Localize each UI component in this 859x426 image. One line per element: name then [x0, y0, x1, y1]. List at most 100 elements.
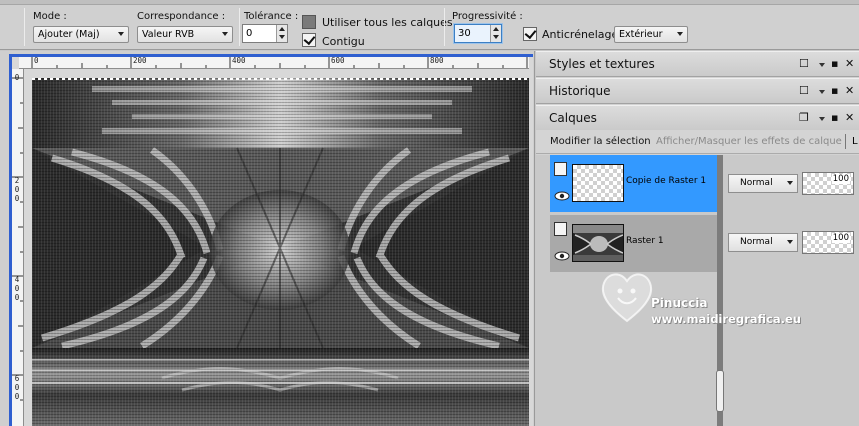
chevron-down-icon: [787, 240, 793, 244]
pin-icon[interactable]: ▪: [831, 58, 838, 70]
raster-thumbnail-image: [573, 225, 623, 261]
chevron-down-icon: [118, 32, 124, 36]
antialias-dropdown[interactable]: Extérieur: [614, 26, 688, 43]
tolerance-label: Tolérance :: [244, 11, 299, 22]
horizontal-ruler: 0 200 400 600 800: [19, 57, 529, 69]
antialias-label: Anticrénelage: [542, 28, 619, 41]
contiguous-checkbox[interactable]: [302, 33, 316, 47]
styles-panel-header[interactable]: Styles et textures ☐ ▪ ✕: [536, 51, 859, 77]
spinner-buttons[interactable]: [276, 25, 287, 42]
chevron-down-icon: [222, 32, 228, 36]
opacity-slider[interactable]: 100: [802, 172, 854, 195]
opacity-value: 100: [831, 174, 850, 184]
image-canvas[interactable]: [32, 78, 529, 426]
use-all-layers-label: Utiliser tous les calques: [322, 16, 453, 29]
mode-value: Ajouter (Maj): [38, 29, 100, 40]
layer-row-raster-1[interactable]: Raster 1: [550, 215, 717, 272]
blend-mode-dropdown[interactable]: Normal: [728, 233, 798, 252]
mode-label: Mode :: [33, 11, 67, 22]
eye-icon[interactable]: [554, 191, 570, 201]
ruler-label: 0: [14, 383, 20, 392]
spin-down-icon[interactable]: [279, 35, 285, 39]
separator: [845, 134, 846, 149]
layer-row-copie-raster-1[interactable]: Copie de Raster 1: [550, 155, 717, 212]
ruler-label: 0: [14, 392, 20, 401]
ruler-label: 0: [14, 293, 20, 302]
ruler-ticks: [31, 57, 528, 68]
layer-type-icon: [554, 162, 567, 176]
ruler-label: 6: [14, 374, 20, 383]
ruler-label: 0: [14, 284, 20, 293]
layer-name: Raster 1: [626, 236, 664, 246]
panel-menu-icon[interactable]: [819, 63, 825, 67]
ruler-label: 200: [133, 57, 147, 65]
separator: [24, 8, 25, 46]
blend-mode-value: Normal: [740, 237, 773, 247]
ruler-label: 600: [331, 57, 345, 65]
truncated-button[interactable]: L: [852, 136, 858, 147]
maximize-icon[interactable]: ☐: [799, 58, 809, 70]
watermark-name: Pinuccia: [651, 296, 708, 310]
layers-panel-header[interactable]: Calques ❐ ▪ ✕: [536, 105, 859, 131]
tolerance-value: 0: [246, 28, 253, 39]
close-icon[interactable]: ✕: [845, 112, 854, 124]
ruler-label: 0: [34, 57, 39, 65]
pin-icon[interactable]: ▪: [831, 85, 838, 97]
pin-icon[interactable]: ▪: [831, 112, 838, 124]
tool-options-bar: Mode : Ajouter (Maj) Correspondance : Va…: [0, 5, 859, 50]
contiguous-label: Contigu: [322, 35, 365, 48]
use-all-layers-checkbox[interactable]: [302, 15, 316, 29]
match-value: Valeur RVB: [142, 29, 195, 40]
ruler-label: 0: [14, 194, 20, 203]
right-panel-dock: Styles et textures ☐ ▪ ✕ Historique ☐ ▪ …: [536, 51, 859, 426]
ruler-label: 0: [14, 73, 20, 82]
antialias-value: Extérieur: [619, 29, 663, 40]
opacity-value: 100: [831, 233, 850, 243]
watermark-url: www.maidiregrafica.eu: [651, 312, 801, 326]
tolerance-spinner[interactable]: 0: [242, 24, 288, 43]
spin-down-icon[interactable]: [493, 35, 499, 39]
match-label: Correspondance :: [137, 11, 226, 22]
feather-label: Progressivité :: [452, 11, 523, 22]
restore-icon[interactable]: ❐: [799, 112, 809, 124]
mode-dropdown[interactable]: Ajouter (Maj): [33, 26, 129, 43]
opacity-slider[interactable]: 100: [802, 231, 854, 254]
feather-value: 30: [458, 28, 471, 39]
history-panel-header[interactable]: Historique ☐ ▪ ✕: [536, 78, 859, 104]
layer-name: Copie de Raster 1: [626, 176, 707, 186]
layers-scrollbar-handle[interactable]: [716, 370, 724, 412]
chevron-down-icon: [677, 32, 683, 36]
layers-toolbar: Modifier la sélection Afficher/Masquer l…: [536, 130, 859, 154]
ruler-label: 400: [232, 57, 246, 65]
ruler-label: 4: [14, 275, 20, 284]
ruler-ticks: [12, 77, 23, 401]
close-icon[interactable]: ✕: [845, 58, 854, 70]
ruler-label: 0: [14, 185, 20, 194]
spin-up-icon[interactable]: [493, 27, 499, 31]
heart-watermark-icon: [601, 273, 653, 323]
blend-mode-dropdown[interactable]: Normal: [728, 174, 798, 193]
panel-menu-icon[interactable]: [819, 117, 825, 121]
feather-spinner[interactable]: 30: [454, 24, 502, 43]
panel-title: Styles et textures: [549, 57, 655, 71]
modify-selection-button[interactable]: Modifier la sélection: [550, 136, 651, 147]
antialias-checkbox[interactable]: [523, 27, 537, 41]
eye-icon[interactable]: [554, 251, 570, 261]
layer-thumbnail: [572, 224, 624, 262]
match-mode-dropdown[interactable]: Valeur RVB: [137, 26, 233, 43]
toggle-layer-effects-button[interactable]: Afficher/Masquer les effets de calque: [656, 136, 842, 147]
blend-mode-value: Normal: [740, 178, 773, 188]
abstract-artwork: [32, 78, 529, 426]
layers-list: Copie de Raster 1 Raster 1 Normal 100 No…: [536, 155, 859, 426]
layer-type-icon: [554, 222, 567, 236]
close-icon[interactable]: ✕: [845, 85, 854, 97]
separator: [239, 8, 240, 46]
separator: [444, 8, 445, 46]
spinner-buttons[interactable]: [490, 25, 501, 42]
ruler-label: 800: [430, 57, 444, 65]
maximize-icon[interactable]: ☐: [799, 85, 809, 97]
panel-menu-icon[interactable]: [819, 90, 825, 94]
layer-thumbnail: [572, 164, 624, 202]
spin-up-icon[interactable]: [279, 27, 285, 31]
panel-title: Calques: [549, 111, 597, 125]
